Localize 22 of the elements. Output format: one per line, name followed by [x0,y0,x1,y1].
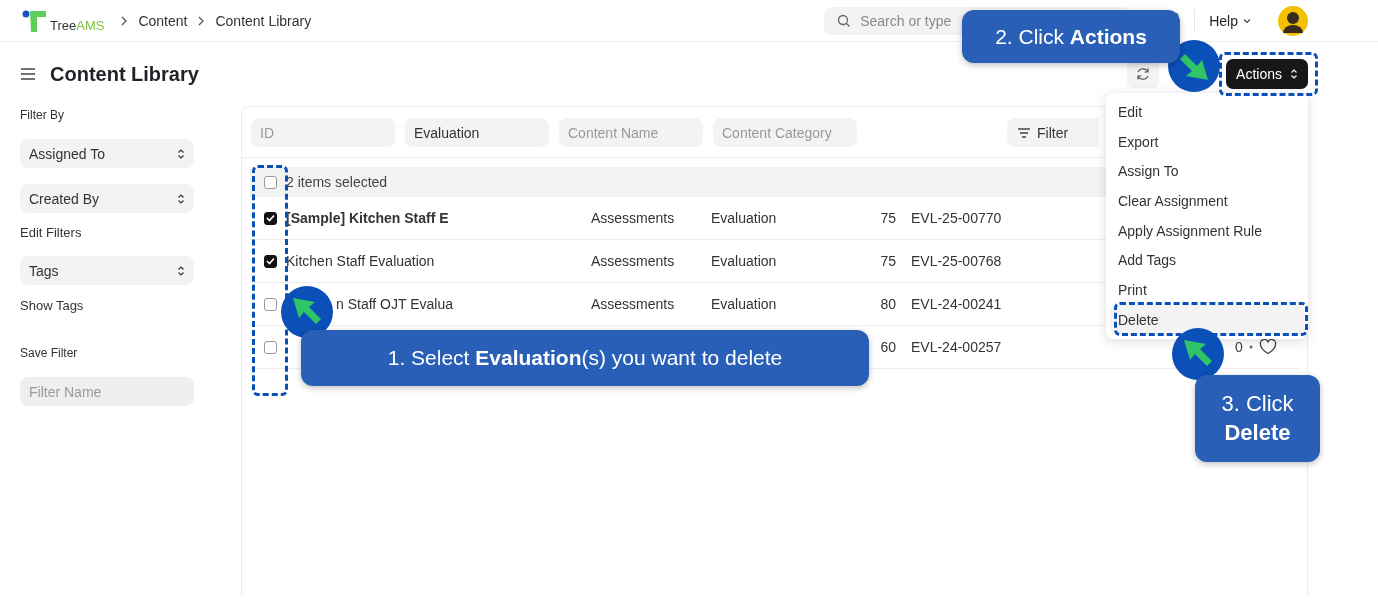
table-cell: Evaluation [711,210,777,226]
table-cell: Assessments [591,253,675,269]
table-cell: Evaluation [711,296,777,312]
brand-name: TreeAMS [50,17,105,33]
table-cell: Assessments [591,210,675,226]
table-cell-text: EVL-24-00241 [911,296,1003,312]
step-tooltip: 2. Click Actions [962,10,1180,63]
page-title: Content Library [50,62,199,86]
step-tooltip: 3. Click Delete [1195,375,1320,462]
comment-count: 0 [1235,339,1243,355]
table-cell-text: EVL-25-00768 [911,253,1003,269]
section-label: Save Filter [20,346,79,360]
step-tooltip: 1. Select Evaluation(s) you want to delete [301,330,869,386]
table-cell-text: EVL-25-00770 [911,210,1003,226]
section-label: Filter By [20,108,65,122]
table-cell-text: 75 [879,210,896,226]
table-cell: Assessments [591,296,675,312]
table-cell: Evaluation [711,253,777,269]
table-cell-text: 75 [879,253,896,269]
table-cell-text: 60 [879,339,896,355]
table-cell-text: EVL-24-00257 [911,339,1003,355]
table-cell-text: 80 [879,296,896,312]
